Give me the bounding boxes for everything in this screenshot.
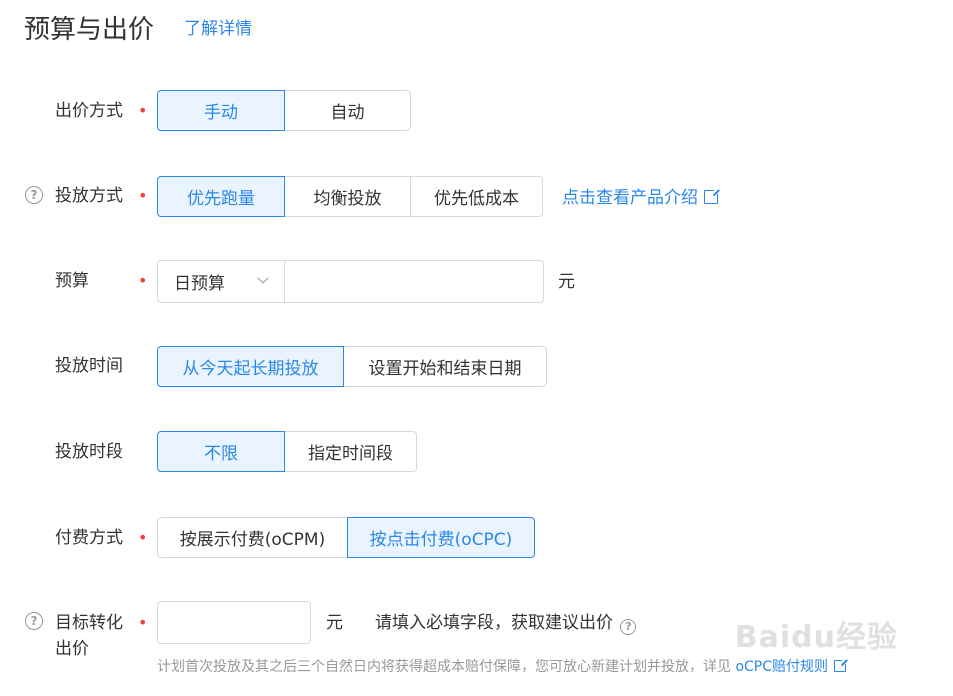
budget-type-value: 日预算 <box>174 274 225 294</box>
delivery-date-range-button[interactable]: 设置开始和结束日期 <box>343 346 547 387</box>
period-specified-button[interactable]: 指定时间段 <box>284 431 417 472</box>
ocpc-compensation-rule-link[interactable]: oCPC赔付规则 <box>735 658 849 675</box>
delivery-balanced-button[interactable]: 均衡投放 <box>284 176 411 217</box>
payment-method-segmented: 按展示付费(oCPM) 按点击付费(oCPC) <box>157 517 535 558</box>
suggested-bid-hint-text: 请填入必填字段，获取建议出价 <box>375 613 613 633</box>
required-marker: • <box>138 528 148 547</box>
external-link-icon <box>834 658 849 672</box>
target-bid-unit: 元 <box>326 613 343 633</box>
baidu-jingyan-watermark: Baidu经验 <box>734 620 898 655</box>
required-marker: • <box>138 613 148 632</box>
suggested-bid-hint: 请填入必填字段，获取建议出价 ? <box>375 611 637 635</box>
delivery-method-label: 投放方式 <box>55 186 123 206</box>
budget-type-select[interactable]: 日预算 <box>157 260 285 303</box>
bid-method-label: 出价方式 <box>55 101 123 121</box>
payment-ocpc-button[interactable]: 按点击付费(oCPC) <box>347 517 535 558</box>
learn-more-link[interactable]: 了解详情 <box>184 15 252 43</box>
delivery-priority-volume-button[interactable]: 优先跑量 <box>157 176 285 217</box>
delivery-period-label: 投放时段 <box>55 442 123 462</box>
bid-method-auto-button[interactable]: 自动 <box>284 90 411 131</box>
budget-input[interactable] <box>284 260 544 303</box>
delivery-period-segmented: 不限 指定时间段 <box>157 431 417 472</box>
external-link-icon <box>704 188 720 204</box>
bid-method-segmented: 手动 自动 <box>157 90 411 131</box>
budget-label: 预算 <box>55 271 89 291</box>
compensation-note: 计划首次投放及其之后三个自然日内将获得超成本赔付保障，您可放心新建计划并投放，详… <box>157 657 849 677</box>
question-circle-icon[interactable]: ? <box>25 186 43 204</box>
product-intro-link[interactable]: 点击查看产品介绍 <box>562 183 720 208</box>
payment-method-label: 付费方式 <box>55 528 123 548</box>
chevron-down-icon <box>257 272 269 284</box>
target-bid-label-line2: 出价 <box>55 639 89 659</box>
delivery-low-cost-button[interactable]: 优先低成本 <box>410 176 543 217</box>
question-circle-icon[interactable]: ? <box>620 619 637 635</box>
budget-unit: 元 <box>558 272 575 292</box>
page-title: 预算与出价 <box>24 15 155 45</box>
payment-ocpm-button[interactable]: 按展示付费(oCPM) <box>157 517 348 558</box>
compensation-note-text: 计划首次投放及其之后三个自然日内将获得超成本赔付保障，您可放心新建计划并投放，详… <box>157 659 731 675</box>
required-marker: • <box>138 271 148 290</box>
ocpc-rule-link-text: oCPC赔付规则 <box>735 659 829 675</box>
bid-method-manual-button[interactable]: 手动 <box>157 90 285 131</box>
question-circle-icon[interactable]: ? <box>25 612 43 630</box>
target-bid-input[interactable] <box>157 601 311 644</box>
required-marker: • <box>138 101 148 120</box>
period-unlimited-button[interactable]: 不限 <box>157 431 285 472</box>
delivery-time-label: 投放时间 <box>55 356 123 376</box>
delivery-long-term-button[interactable]: 从今天起长期投放 <box>157 346 344 387</box>
product-intro-link-text: 点击查看产品介绍 <box>562 188 698 208</box>
required-marker: • <box>138 186 148 205</box>
delivery-time-segmented: 从今天起长期投放 设置开始和结束日期 <box>157 346 547 387</box>
delivery-method-segmented: 优先跑量 均衡投放 优先低成本 <box>157 176 543 217</box>
target-bid-label-line1: 目标转化 <box>55 613 123 633</box>
